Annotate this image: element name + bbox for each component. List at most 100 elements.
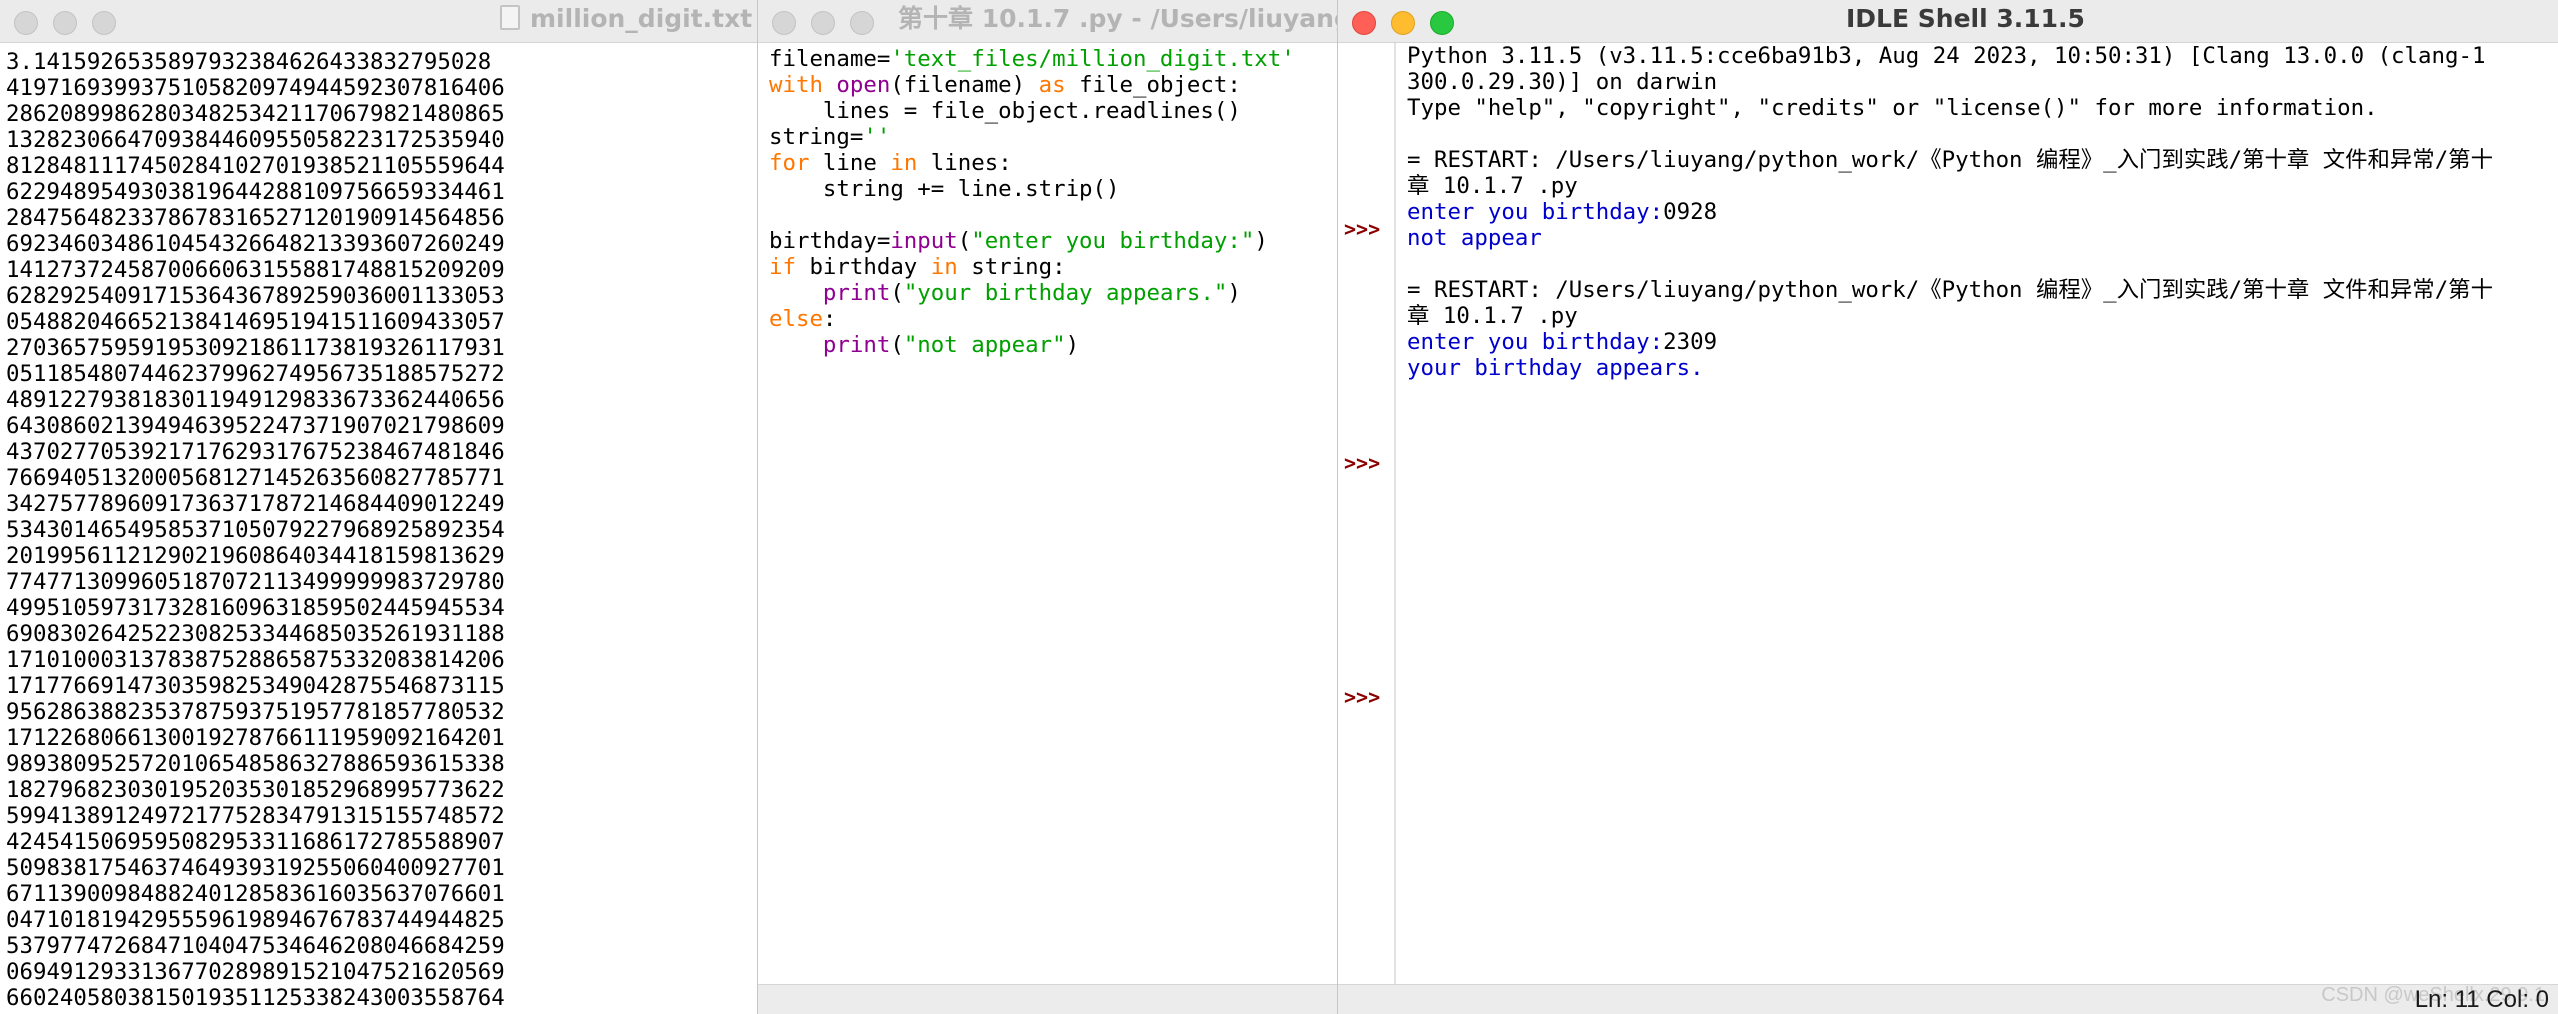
text-line: 6908302642522308253344685035261931188 [6,621,505,647]
title-bar[interactable]: IDLE Shell 3.11.5 [1338,0,2558,43]
token: 0928 [1663,199,1718,225]
close-button[interactable] [1352,11,1376,35]
token: 章 10.1.7 .py [1407,303,1578,329]
prompt-markers: >>> >>> >>> [1344,164,1416,762]
text-line: 0548820466521384146951941511609433057 [6,309,505,335]
window-title: million_digit.txt [500,0,752,42]
text-line: 2703657595919530921861173819326117931 [6,335,505,361]
close-button[interactable] [772,11,796,35]
shell-line: Type "help", "copyright", "credits" or "… [1407,95,2493,121]
text-line: 6229489549303819644288109756659334461 [6,179,505,205]
text-line: 4995105973173281609631859502445945534 [6,595,505,621]
token: as [1038,72,1066,98]
text-line: 2019956112129021960864034418159813629 [6,543,505,569]
token: string: [957,254,1066,280]
title-bar[interactable]: million_digit.txt [0,0,760,43]
token: ( [890,280,904,306]
minimize-button[interactable] [1391,11,1415,35]
zoom-button[interactable] [92,11,116,35]
text-line: 8128481117450284102701938521105559644 [6,153,505,179]
code-line: else: [769,306,1295,332]
code-line: birthday=input("enter you birthday:") [769,228,1295,254]
text-line: 2847564823378678316527120190914564856 [6,205,505,231]
prompt-marker: >>> [1344,217,1381,241]
code-line: print("not appear") [769,332,1295,358]
text-line: 6711390098488240128583616035637076601 [6,881,505,907]
token: ( [890,332,904,358]
window-title: IDLE Shell 3.11.5 [1846,4,2085,33]
text-line: 1712268066130019278766111959092164201 [6,725,505,751]
status-bar [758,984,1340,1014]
token: string += line.strip() [769,176,1120,202]
text-line: 6602405803815019351125338243003558764 [6,985,505,1011]
code-line: string='' [769,124,1295,150]
token: not appear [1407,225,1542,251]
zoom-button[interactable] [850,11,874,35]
token: : [822,306,837,332]
token: print [822,280,891,306]
shell-output[interactable]: Python 3.11.5 (v3.11.5:cce6ba91b3, Aug 2… [1407,43,2493,381]
token: open [836,72,891,98]
token: 300.0.29.30)] on darwin [1407,69,1718,95]
text-line: 1710100031378387528865875332083814206 [6,647,505,673]
text-line: 3427577896091736371787214684409012249 [6,491,505,517]
token: filename= [769,46,891,72]
token: in [890,150,918,176]
token: input [890,228,958,254]
token: birthday= [769,228,891,254]
text-line: 1717766914730359825349042875546873115 [6,673,505,699]
text-line: 2862089986280348253421170679821480865 [6,101,505,127]
editor-window: 第十章 10.1.7 .py - /Users/liuyang/py filen… [757,0,1340,1014]
code-editor[interactable]: filename='text_files/million_digit.txt' w… [769,46,1295,358]
zoom-button[interactable] [1430,11,1454,35]
shell-line: your birthday appears. [1407,355,2493,381]
token: lines: [917,150,1012,176]
token: string= [769,124,864,150]
token: print [822,332,891,358]
text-line: 4370277053921717629317675238467481846 [6,439,505,465]
token: Python 3.11.5 (v3.11.5:cce6ba91b3, Aug 2… [1407,43,2486,69]
minimize-button[interactable] [53,11,77,35]
text-line: 4891227938183011949129833673362440656 [6,387,505,413]
code-line: lines = file_object.readlines() [769,98,1295,124]
code-line: with open(filename) as file_object: [769,72,1295,98]
text-line: 3.1415926535897932384626433832795028 [6,49,492,75]
text-line: 7669405132000568127145263560827785771 [6,465,505,491]
shell-line: = RESTART: /Users/liuyang/python_work/《P… [1407,277,2493,303]
code-line: filename='text_files/million_digit.txt' [769,46,1295,72]
minimize-button[interactable] [811,11,835,35]
shell-line: enter you birthday:0928 [1407,199,2493,225]
token: 'text_files/million_digit.txt' [890,46,1295,72]
token: with [769,72,823,98]
token: ( [957,228,972,254]
shell-line: enter you birthday:2309 [1407,329,2493,355]
prompt-sidebar: >>> >>> >>> [1338,43,1396,985]
text-line: 1412737245870066063155881748815209209 [6,257,505,283]
prompt-marker: >>> [1344,451,1381,475]
text-line: 9562863882353787593751957781857780532 [6,699,505,725]
token: enter you birthday: [1407,329,1664,355]
text-line: 6923460348610454326648213393607260249 [6,231,505,257]
text-line: 9893809525720106548586327886593615338 [6,751,505,777]
text-content[interactable]: 3.1415926535897932384626433832795028 4197… [6,49,505,1011]
prompt-marker: >>> [1344,685,1381,709]
title-bar[interactable]: 第十章 10.1.7 .py - /Users/liuyang/py [758,0,1340,43]
shell-line: = RESTART: /Users/liuyang/python_work/《P… [1407,147,2493,173]
token: "enter you birthday:" [971,228,1255,254]
token: "your birthday appears." [903,280,1228,306]
close-button[interactable] [14,11,38,35]
text-line: 1827968230301952035301852968995773622 [6,777,505,803]
token: for [769,150,810,176]
shell-line: 章 10.1.7 .py [1407,173,2493,199]
text-line: 1328230664709384460955058223172535940 [6,127,505,153]
token: = RESTART: /Users/liuyang/python_work/《P… [1407,147,2493,173]
window-title-text: million_digit.txt [530,4,753,33]
text-line: 7747713099605187072113499999983729780 [6,569,505,595]
token: '' [863,124,891,150]
token: 2309 [1663,329,1718,355]
